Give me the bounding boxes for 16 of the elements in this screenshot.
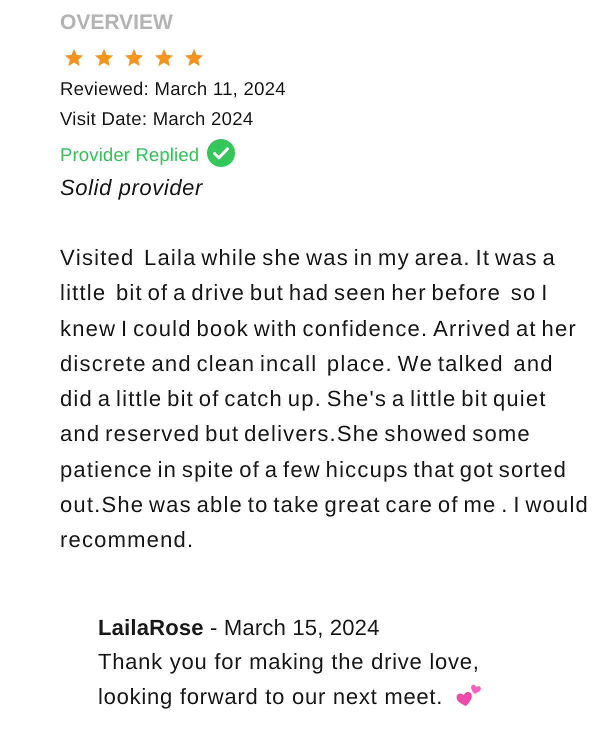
star-icon <box>155 49 173 66</box>
reviewed-date: Reviewed: March 11, 2024 <box>60 77 286 101</box>
two-hearts-icon <box>456 684 482 708</box>
visit-date: Visit Date: March 2024 <box>60 107 254 131</box>
star-icon <box>185 49 203 66</box>
star-icon <box>65 49 83 66</box>
section-heading: OVERVIEW <box>60 10 173 36</box>
reply-text: Thank you for making the drive love, <box>98 648 480 676</box>
check-circle-icon <box>207 139 236 167</box>
star-icon <box>125 49 143 66</box>
reply-text: looking forward to our next meet. <box>98 683 444 712</box>
reply-byline: LailaRose - March 15, 2024 <box>98 614 380 642</box>
star-icon <box>95 49 113 66</box>
review-title: Solid provider <box>60 174 203 202</box>
status-label: Provider Replied <box>60 143 200 167</box>
review-text: Visited Laila while she was in my area. It was a little bit of a drive but had seen her before so I knew I could book with confidence. Arrived at her discrete and clean incall place. We talked and did a little bit of catch up. She's a little bit quiet and reserved but delivers.She showed some patience in spite of a few hiccups that got sorted out.She was able to take great care of me . I would recommend. <box>60 244 589 554</box>
